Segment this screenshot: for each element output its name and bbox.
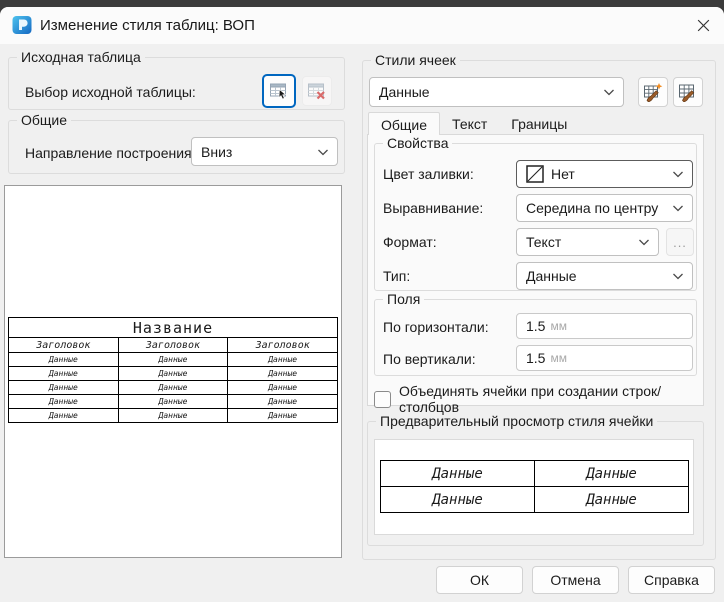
group-properties-label: Свойства [383, 135, 452, 151]
horizontal-margin-unit: мм [550, 319, 567, 333]
table-delete-icon [307, 81, 327, 101]
alignment-label: Выравнивание: [383, 200, 483, 216]
type-select[interactable]: Данные [516, 262, 693, 290]
cell-preview-cell: Данные [381, 487, 535, 513]
chevron-down-icon[interactable] [603, 88, 615, 97]
chevron-down-icon[interactable] [317, 148, 329, 157]
preview-title-cell: Название [9, 318, 338, 338]
tab-general[interactable]: Общие [368, 112, 440, 135]
alignment-value: Середина по центру [526, 200, 658, 216]
cell-style-value: Данные [379, 84, 430, 100]
group-cell-styles-label: Стили ячеек [371, 52, 460, 68]
fill-color-select[interactable]: Нет [516, 160, 693, 188]
preview-table: Название Заголовок Заголовок Заголовок Д… [8, 317, 338, 423]
table-preview-canvas: Название Заголовок Заголовок Заголовок Д… [4, 185, 342, 558]
preview-data-cell: Данные [118, 353, 228, 367]
group-margins: Поля По горизонтали: 1.5 мм По вертикали… [374, 299, 697, 376]
fill-color-label: Цвет заливки: [383, 166, 474, 182]
help-button[interactable]: Справка [628, 566, 715, 594]
no-fill-swatch-icon [526, 165, 544, 183]
preview-data-cell: Данные [118, 395, 228, 409]
group-cell-preview-label: Предварительный просмотр стиля ячейки [376, 413, 657, 429]
cancel-button[interactable]: Отмена [532, 566, 619, 594]
ok-button[interactable]: ОК [436, 566, 523, 594]
chevron-down-icon[interactable] [672, 272, 684, 281]
merge-cells-checkbox-row: Объединять ячейки при создании строк/сто… [374, 383, 703, 415]
preview-data-cell: Данные [9, 395, 119, 409]
chevron-down-icon[interactable] [672, 170, 684, 179]
vertical-margin-value: 1.5 [526, 350, 545, 366]
format-select[interactable]: Текст [516, 228, 659, 256]
preview-data-cell: Данные [228, 367, 338, 381]
new-cell-style-button[interactable] [638, 77, 668, 107]
table-select-icon [269, 81, 289, 101]
horizontal-margin-label: По горизонтали: [383, 319, 489, 335]
type-label: Тип: [383, 268, 410, 284]
table-brush-new-icon [643, 82, 663, 102]
table-style-dialog: Изменение стиля таблиц: ВОП Исходная таб… [0, 7, 724, 602]
group-cell-preview: Предварительный просмотр стиля ячейки Да… [367, 421, 704, 546]
title-bar: Изменение стиля таблиц: ВОП [0, 7, 724, 44]
preview-header-cell: Заголовок [118, 338, 228, 353]
chevron-down-icon[interactable] [638, 238, 650, 247]
fill-color-value: Нет [551, 166, 575, 182]
alignment-select[interactable]: Середина по центру [516, 194, 693, 222]
close-icon [696, 18, 711, 33]
group-general: Общие Направление построения: Вниз [8, 120, 345, 174]
cell-style-select[interactable]: Данные [369, 77, 624, 107]
app-icon [12, 15, 32, 35]
group-source-table-label: Исходная таблица [17, 49, 145, 65]
format-value: Текст [526, 234, 561, 250]
cell-preview-canvas: Данные Данные Данные Данные [374, 439, 694, 535]
vertical-margin-label: По вертикали: [383, 351, 476, 367]
edit-cell-style-button[interactable] [673, 77, 703, 107]
build-direction-select[interactable]: Вниз [191, 137, 338, 166]
build-direction-label: Направление построения: [25, 145, 196, 161]
preview-data-cell: Данные [118, 367, 228, 381]
build-direction-value: Вниз [201, 144, 232, 160]
preview-data-cell: Данные [228, 395, 338, 409]
format-label: Формат: [383, 234, 437, 250]
tab-bar: Общие Текст Границы [368, 112, 579, 135]
group-properties: Свойства Цвет заливки: Нет Выравнивание:… [374, 143, 697, 291]
select-source-table-button[interactable] [262, 74, 296, 108]
merge-cells-checkbox[interactable] [374, 391, 391, 408]
cell-preview-table: Данные Данные Данные Данные [380, 460, 689, 513]
preview-data-cell: Данные [228, 381, 338, 395]
preview-data-cell: Данные [9, 367, 119, 381]
window-title: Изменение стиля таблиц: ВОП [40, 7, 255, 44]
select-source-label: Выбор исходной таблицы: [25, 84, 196, 100]
close-button[interactable] [695, 17, 712, 34]
preview-data-cell: Данные [228, 353, 338, 367]
cell-preview-cell: Данные [381, 461, 535, 487]
group-cell-styles: Стили ячеек Данные Общие Текст Грани [362, 60, 716, 560]
preview-data-cell: Данные [9, 409, 119, 423]
preview-data-cell: Данные [118, 381, 228, 395]
group-general-label: Общие [17, 112, 71, 128]
format-more-button[interactable]: ... [666, 228, 694, 256]
chevron-down-icon[interactable] [672, 204, 684, 213]
cell-preview-cell: Данные [535, 487, 689, 513]
vertical-margin-unit: мм [550, 351, 567, 365]
preview-header-cell: Заголовок [228, 338, 338, 353]
horizontal-margin-input[interactable]: 1.5 мм [516, 313, 693, 339]
merge-cells-label: Объединять ячейки при создании строк/сто… [399, 383, 703, 415]
preview-data-cell: Данные [228, 409, 338, 423]
vertical-margin-input[interactable]: 1.5 мм [516, 345, 693, 371]
horizontal-margin-value: 1.5 [526, 318, 545, 334]
cell-preview-cell: Данные [535, 461, 689, 487]
preview-data-cell: Данные [9, 353, 119, 367]
preview-data-cell: Данные [118, 409, 228, 423]
table-brush-icon [678, 82, 698, 102]
tab-text[interactable]: Текст [440, 112, 499, 135]
preview-data-cell: Данные [9, 381, 119, 395]
group-margins-label: Поля [383, 291, 424, 307]
tab-panel-general: Свойства Цвет заливки: Нет Выравнивание:… [367, 134, 704, 406]
preview-header-cell: Заголовок [9, 338, 119, 353]
clear-source-table-button[interactable] [302, 76, 332, 106]
tab-borders[interactable]: Границы [499, 112, 579, 135]
type-value: Данные [526, 268, 577, 284]
group-source-table: Исходная таблица Выбор исходной таблицы: [8, 57, 345, 110]
